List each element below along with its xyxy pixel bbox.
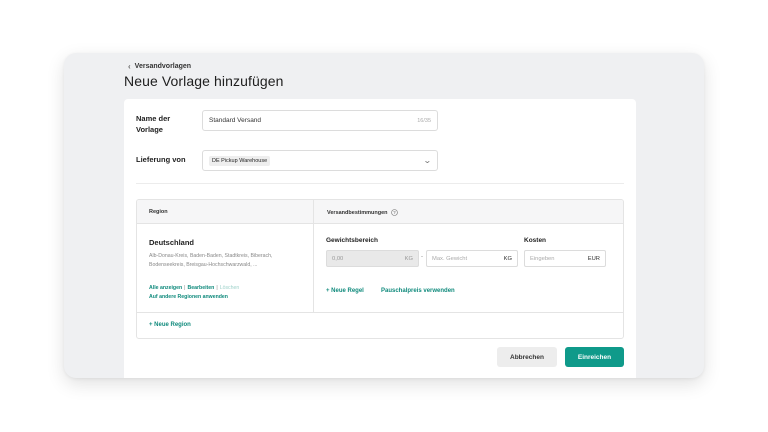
edit-link[interactable]: Bearbeiten <box>188 285 215 291</box>
header-rules-label: Versandbestimmungen <box>327 209 388 216</box>
weight-max-input[interactable]: Max. Gewicht KG <box>426 250 518 267</box>
column-separator <box>313 200 314 312</box>
app-window: ‹ Versandvorlagen Neue Vorlage hinzufüge… <box>64 53 704 378</box>
cancel-button[interactable]: Abbrechen <box>497 347 557 367</box>
header-rules: Versandbestimmungen ? <box>327 209 398 216</box>
breadcrumb[interactable]: ‹ Versandvorlagen <box>128 62 191 71</box>
apply-other-regions-link[interactable]: Auf andere Regionen anwenden <box>149 293 239 302</box>
add-rule-button[interactable]: + Neue Regel <box>326 288 364 294</box>
template-name-input[interactable]: Standard Versand 16/35 <box>202 110 438 131</box>
info-icon[interactable]: ? <box>390 209 398 216</box>
show-all-link[interactable]: Alle anzeigen <box>149 285 182 291</box>
weight-min-unit: KG <box>404 255 413 262</box>
cost-input[interactable]: Eingeben EUR <box>524 250 606 267</box>
weight-max-placeholder: Max. Gewicht <box>432 255 468 262</box>
breadcrumb-label[interactable]: Versandvorlagen <box>135 63 191 70</box>
delete-link[interactable]: Löschen <box>220 285 240 291</box>
template-name-value: Standard Versand <box>209 117 262 124</box>
submit-button[interactable]: Einreichen <box>565 347 624 367</box>
header-region: Region <box>149 209 168 215</box>
section-divider <box>136 183 624 184</box>
warehouse-chip: DE Pickup Warehouse <box>209 155 271 166</box>
svg-text:?: ? <box>393 210 396 215</box>
add-region-row: + Neue Region <box>137 312 623 338</box>
page-title: Neue Vorlage hinzufügen <box>124 73 284 89</box>
region-name: Deutschland <box>149 238 195 247</box>
cost-placeholder: Eingeben <box>530 255 555 262</box>
region-list: Alb-Donau-Kreis, Baden-Baden, Stadtkreis… <box>149 253 273 268</box>
weight-max-unit: KG <box>503 255 512 262</box>
flat-rate-link[interactable]: Pauschalpreis verwenden <box>381 288 455 294</box>
cost-label: Kosten <box>524 237 547 244</box>
delivery-label: Lieferung von <box>136 155 186 164</box>
weight-min-placeholder: 0,00 <box>332 255 344 262</box>
weight-min-input[interactable]: 0,00 KG <box>326 250 419 267</box>
currency-unit: EUR <box>587 255 600 262</box>
delivery-from-select[interactable]: DE Pickup Warehouse ⌄ <box>202 150 438 171</box>
add-region-button[interactable]: + Neue Region <box>149 322 191 328</box>
region-actions: Alle anzeigen | Bearbeiten | Löschen Auf and… <box>149 285 240 302</box>
shipping-rules-table: Region Versandbestimmungen ? Deutschland… <box>136 199 624 339</box>
character-counter: 16/35 <box>417 117 431 124</box>
template-form-card: Name der Vorlage Standard Versand 16/35 … <box>124 99 636 378</box>
name-label: Name der Vorlage <box>136 114 171 134</box>
table-header: Region Versandbestimmungen ? <box>137 200 623 224</box>
chevron-left-icon: ‹ <box>128 62 131 71</box>
weight-range-label: Gewichtsbereich <box>326 237 379 244</box>
range-dash: - <box>421 254 423 260</box>
chevron-down-icon: ⌄ <box>423 156 433 165</box>
